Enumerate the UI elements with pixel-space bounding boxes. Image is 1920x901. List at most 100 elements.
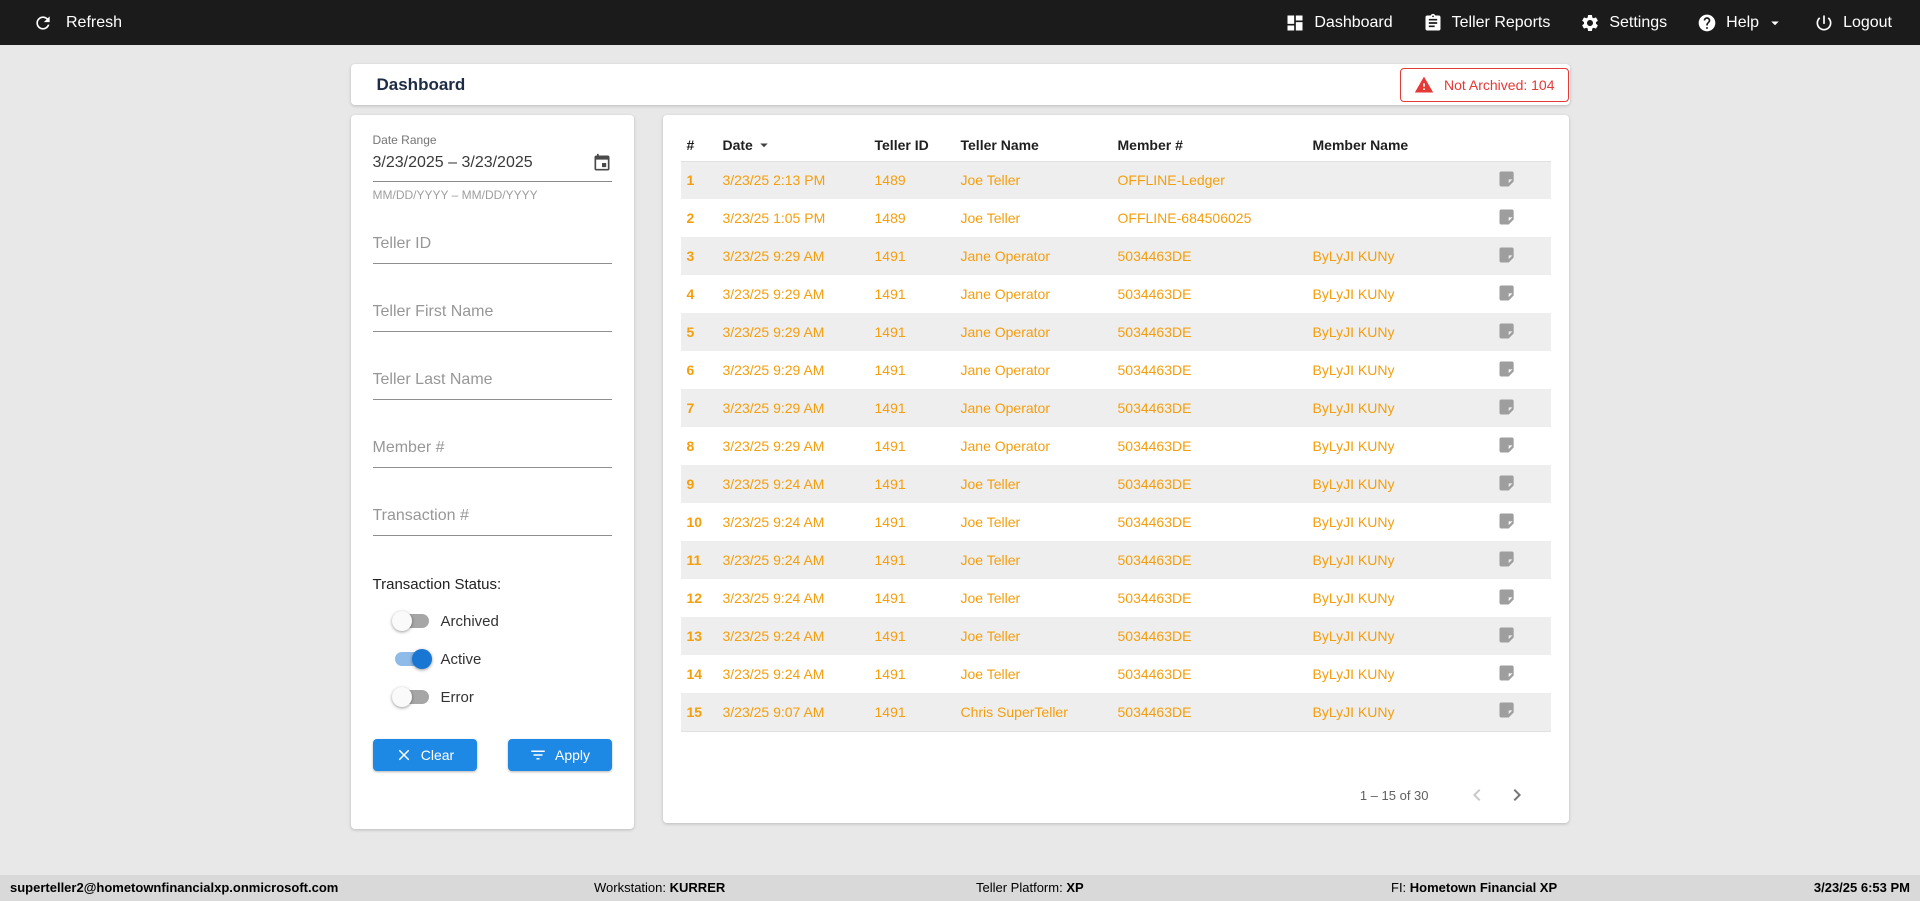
table-row[interactable]: 5 3/23/25 9:29 AM 1491 Jane Operator 5034463…: [680, 313, 1551, 351]
date-cell: 3/23/25 9:24 AM: [722, 590, 825, 606]
row-number-cell: 2: [686, 210, 695, 226]
table-row[interactable]: 1 3/23/25 2:13 PM 1489 Joe Teller OFFLINE-Le…: [680, 161, 1551, 199]
nav-item-logout[interactable]: Logout: [1814, 13, 1892, 33]
topbar: Refresh Dashboard Teller Reports Settings H…: [0, 0, 1920, 45]
note-cell: [1456, 693, 1551, 732]
note-icon[interactable]: [1497, 511, 1517, 531]
nav-item-label: Teller Reports: [1451, 13, 1551, 31]
note-icon[interactable]: [1497, 207, 1517, 227]
not-archived-label: Not Archived: 104: [1443, 76, 1555, 93]
next-page-button[interactable]: [1497, 783, 1537, 807]
date-cell: 3/23/25 2:13 PM: [716, 161, 869, 199]
member-number-cell: 5034463DE: [1117, 362, 1192, 378]
row-number-cell: 14: [686, 666, 703, 682]
note-icon[interactable]: [1497, 245, 1517, 265]
table-row[interactable]: 7 3/23/25 9:29 AM 1491 Jane Operator 5034463…: [680, 389, 1551, 427]
teller-name-cell: Joe Teller: [954, 161, 1112, 199]
footer-user-email: superteller2@hometownfinancialxp.onmicro…: [10, 880, 339, 895]
note-icon[interactable]: [1497, 549, 1517, 569]
date-cell: 3/23/25 9:29 AM: [722, 438, 825, 454]
teller-first-name-input[interactable]: [372, 299, 612, 332]
member-number-cell: 5034463DE: [1111, 617, 1307, 655]
member-name-cell: ByLyJI KUNy: [1312, 362, 1395, 378]
table-row[interactable]: 2 3/23/25 1:05 PM 1489 Joe Teller OFFLINE-68…: [681, 199, 1551, 237]
member-name-cell: ByLyJI KUNy: [1312, 590, 1395, 606]
table-row[interactable]: 8 3/23/25 9:29 AM 1491 Jane Operator 5034463…: [681, 427, 1551, 465]
transaction-status-label: Transaction Status:: [372, 576, 502, 593]
member-name-cell: [1307, 199, 1457, 237]
member-number-cell: 5034463DE: [1117, 590, 1192, 606]
note-icon[interactable]: [1497, 625, 1517, 645]
note-icon[interactable]: [1497, 473, 1517, 493]
pagination: 1 – 15 of 30: [1360, 783, 1537, 807]
row-number-cell: 9: [680, 465, 717, 503]
teller-last-name-input[interactable]: [372, 367, 612, 400]
toggle-active[interactable]: [394, 649, 432, 669]
note-icon[interactable]: [1497, 359, 1517, 379]
nav-item-settings[interactable]: Settings: [1580, 13, 1667, 33]
table-row[interactable]: 11 3/23/25 9:24 AM 1491 Joe Teller 5034463DE…: [680, 541, 1551, 579]
table-row[interactable]: 12 3/23/25 9:24 AM 1491 Joe Teller 5034463DE…: [681, 579, 1551, 617]
table-row[interactable]: 9 3/23/25 9:24 AM 1491 Joe Teller 5034463DE B…: [680, 465, 1551, 503]
table-row[interactable]: 15 3/23/25 9:07 AM 1491 Chris SuperTeller 50…: [680, 693, 1551, 732]
member-number-cell: 5034463DE: [1111, 237, 1307, 275]
nav-item-dashboard[interactable]: Dashboard: [1285, 13, 1393, 33]
page-header-card: Dashboard Not Archived: 104: [350, 64, 1570, 105]
teller-id-cell: 1491: [874, 666, 906, 682]
note-icon[interactable]: [1497, 321, 1517, 341]
table-row[interactable]: 3 3/23/25 9:29 AM 1491 Jane Operator 5034463…: [680, 237, 1551, 275]
teller-name-cell: Jane Operator: [954, 313, 1112, 351]
note-icon[interactable]: [1497, 587, 1517, 607]
teller-id-input[interactable]: [372, 231, 612, 264]
transaction-number-input[interactable]: [372, 503, 612, 536]
refresh-button[interactable]: Refresh: [33, 13, 122, 33]
table-row[interactable]: 13 3/23/25 9:24 AM 1491 Joe Teller 5034463DE…: [680, 617, 1551, 655]
member-number-cell: 5034463DE: [1111, 389, 1307, 427]
note-cell: [1456, 541, 1551, 579]
col-header-date[interactable]: Date: [716, 129, 869, 162]
date-cell: 3/23/25 9:29 AM: [716, 237, 869, 275]
note-cell: [1457, 199, 1551, 237]
prev-page-button[interactable]: [1457, 783, 1497, 807]
nav-item-help[interactable]: Help: [1697, 13, 1784, 33]
table-row[interactable]: 10 3/23/25 9:24 AM 1491 Joe Teller 5034463DE…: [681, 503, 1551, 541]
filter-icon: [529, 746, 547, 764]
toggle-archived[interactable]: [391, 611, 429, 631]
filter-panel: Date Range 3/23/2025 – 3/23/2025 MM/DD/Y…: [350, 115, 634, 829]
toggle-error[interactable]: [391, 687, 429, 707]
clear-button-label: Clear: [420, 747, 455, 763]
note-cell: [1457, 579, 1551, 617]
member-number-cell: OFFLINE-684506025: [1117, 210, 1252, 226]
table-row[interactable]: 14 3/23/25 9:24 AM 1491 Joe Teller 5034463DE…: [681, 655, 1551, 693]
footer-teller-platform: Teller Platform: XP: [976, 880, 1084, 895]
note-icon[interactable]: [1497, 700, 1517, 720]
power-icon: [1814, 13, 1834, 33]
note-icon[interactable]: [1497, 435, 1517, 455]
note-icon[interactable]: [1497, 663, 1517, 683]
member-name-cell: ByLyJI KUNy: [1312, 286, 1395, 302]
footer-timestamp: 3/23/25 6:53 PM: [1813, 880, 1910, 895]
clear-button[interactable]: Clear: [372, 739, 477, 771]
member-number-input[interactable]: [372, 435, 612, 468]
table-row[interactable]: 4 3/23/25 9:29 AM 1491 Jane Operator 5034463…: [681, 275, 1551, 313]
col-header-number: #: [680, 129, 717, 162]
teller-name-cell: Joe Teller: [954, 617, 1112, 655]
note-icon[interactable]: [1497, 283, 1517, 303]
reports-icon: [1423, 13, 1443, 33]
teller-id-cell: 1491: [868, 465, 955, 503]
member-name-cell: ByLyJI KUNy: [1312, 514, 1395, 530]
not-archived-badge[interactable]: Not Archived: 104: [1399, 67, 1569, 102]
date-range-value: 3/23/2025 – 3/23/2025: [372, 154, 533, 171]
note-icon[interactable]: [1497, 397, 1517, 417]
note-icon[interactable]: [1497, 169, 1517, 189]
row-number-cell: 4: [686, 286, 695, 302]
apply-button[interactable]: Apply: [507, 739, 612, 771]
note-cell: [1457, 427, 1551, 465]
toggle-label-archived: Archived: [440, 612, 499, 630]
calendar-icon[interactable]: [592, 153, 612, 173]
member-number-cell: 5034463DE: [1117, 438, 1192, 454]
row-number-cell: 13: [680, 617, 717, 655]
table-row[interactable]: 6 3/23/25 9:29 AM 1491 Jane Operator 5034463…: [681, 351, 1551, 389]
date-range-field[interactable]: Date Range 3/23/2025 – 3/23/2025 MM/DD/Y…: [372, 133, 612, 202]
nav-item-teller-reports[interactable]: Teller Reports: [1423, 13, 1551, 33]
